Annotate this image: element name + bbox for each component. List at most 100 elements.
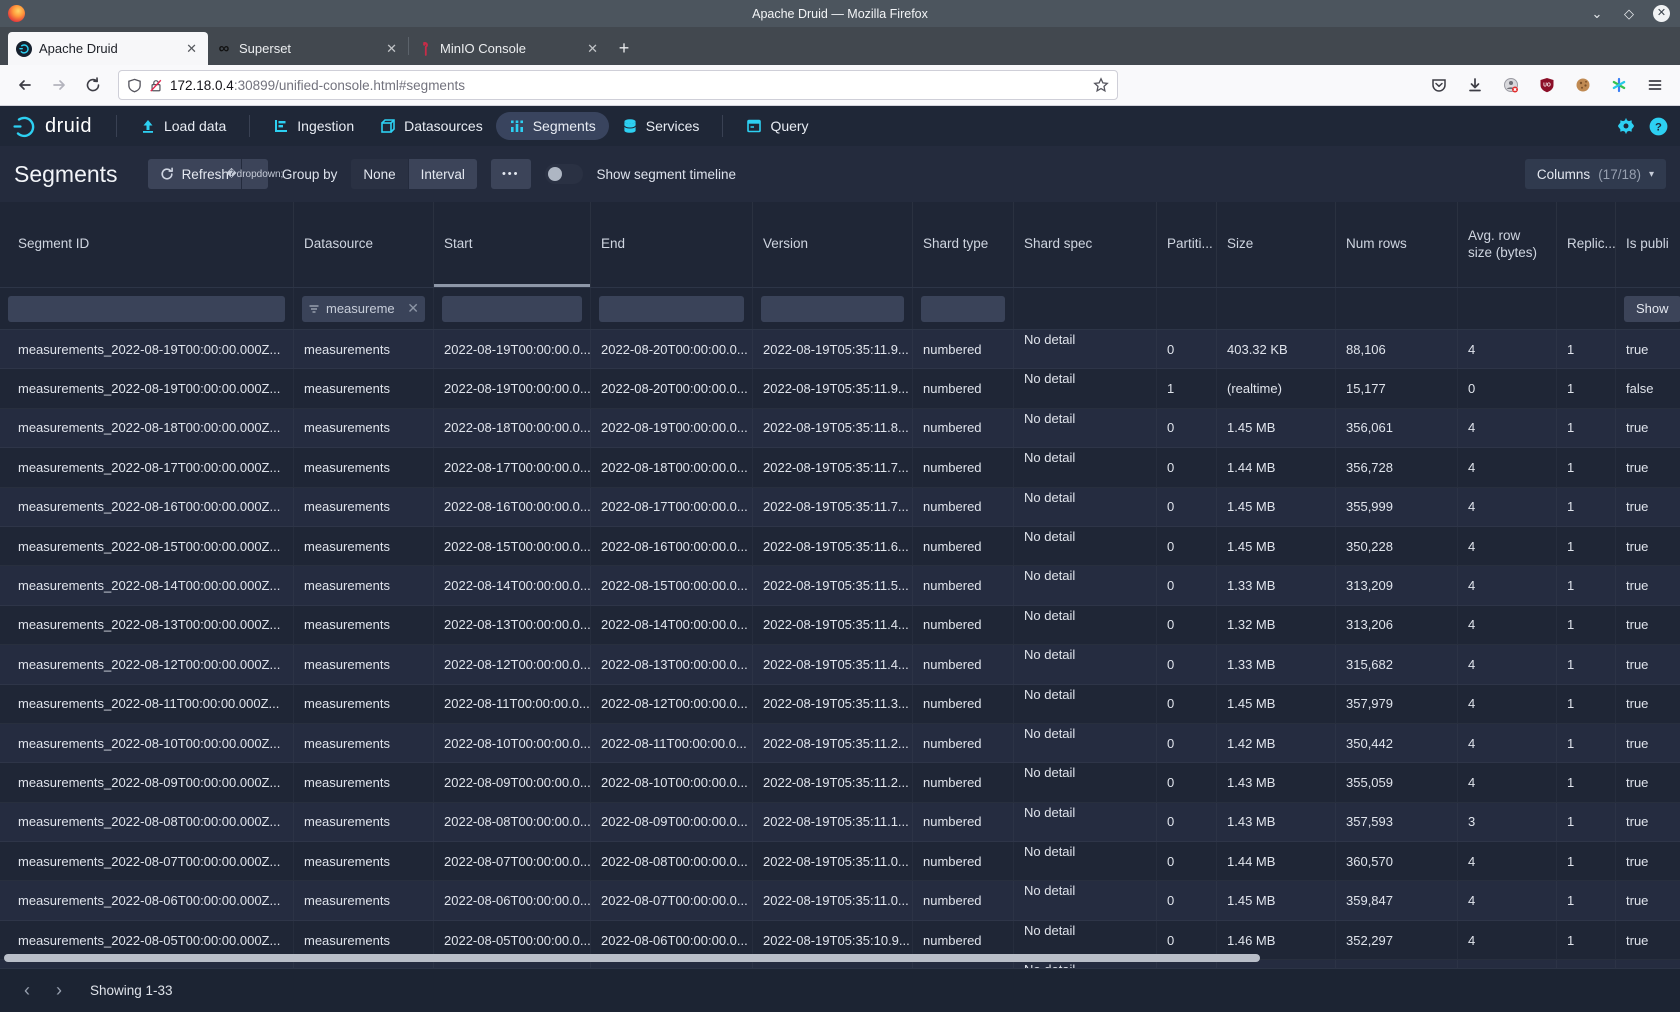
cell-version: 2022-08-19T05:35:11.7... (753, 488, 913, 526)
column-header-replication[interactable]: Replic... (1557, 202, 1616, 287)
column-header-avg-row-size[interactable]: Avg. row size (bytes) (1458, 202, 1557, 287)
bookmark-star-icon[interactable] (1093, 77, 1109, 93)
cell-id: measurements_2022-08-16T00:00:00.000Z... (0, 488, 294, 526)
tracking-shield-icon[interactable] (127, 78, 142, 93)
nav-item-label: Ingestion (297, 118, 354, 134)
horizontal-scrollbar[interactable] (4, 954, 1260, 962)
next-page-button[interactable]: › (46, 978, 72, 1004)
druid-brand-text: druid (45, 115, 92, 138)
cell-avg-row-size: 4 (1458, 606, 1557, 644)
tab-minio-console[interactable]: MinIO Console ✕ (409, 32, 609, 65)
cell-end: 2022-08-15T00:00:00.0... (591, 566, 753, 604)
window-maximize-button[interactable]: ◇ (1621, 6, 1637, 22)
end-filter-input[interactable] (599, 296, 744, 322)
cell-shard-spec: No detail (1014, 881, 1157, 919)
group-by-none-button[interactable]: None (351, 159, 407, 189)
cell-shard-spec: No detail (1014, 842, 1157, 880)
cell-partition: 0 (1157, 881, 1217, 919)
datasource-filter-chip[interactable]: measureme ✕ (302, 296, 425, 322)
column-header-end[interactable]: End (591, 202, 753, 287)
columns-count: (17/18) (1598, 167, 1641, 182)
column-header-segment-id[interactable]: Segment ID (0, 202, 294, 287)
column-header-is-published[interactable]: Is publi (1616, 202, 1680, 287)
tab-close-icon[interactable]: ✕ (383, 41, 400, 57)
hamburger-menu-icon[interactable] (1640, 70, 1670, 100)
new-tab-button[interactable]: + (609, 32, 639, 65)
cell-partition: 0 (1157, 803, 1217, 841)
cell-replicas: 1 (1557, 685, 1616, 723)
nav-item-ingestion[interactable]: Ingestion (260, 112, 367, 140)
pocket-icon[interactable] (1424, 70, 1454, 100)
version-filter-input[interactable] (761, 296, 904, 322)
start-filter-input[interactable] (442, 296, 582, 322)
nav-item-services[interactable]: Services (609, 112, 713, 140)
tab-close-icon[interactable]: ✕ (183, 41, 200, 57)
druid-logo[interactable]: druid (12, 113, 106, 139)
cell-replicas: 1 (1557, 881, 1616, 919)
extension-icon[interactable] (1496, 70, 1526, 100)
tab-close-icon[interactable]: ✕ (584, 41, 601, 57)
column-header-datasource[interactable]: Datasource (294, 202, 434, 287)
help-icon[interactable]: ? (1649, 117, 1668, 136)
tab-apache-druid[interactable]: Apache Druid ✕ (8, 32, 208, 65)
cell-replicas: 1 (1557, 842, 1616, 880)
segment-timeline-toggle[interactable] (545, 164, 583, 184)
forward-button[interactable] (44, 70, 74, 100)
cookie-icon[interactable] (1568, 70, 1598, 100)
cell-start: 2022-08-08T00:00:00.0... (434, 803, 591, 841)
column-header-num-rows[interactable]: Num rows (1336, 202, 1458, 287)
filter-remove-icon[interactable]: ✕ (407, 300, 419, 317)
cell-shard-spec: No detail (1014, 369, 1157, 407)
column-header-shard-type[interactable]: Shard type (913, 202, 1014, 287)
url-bar[interactable]: 172.18.0.4:30899/unified-console.html#se… (118, 70, 1118, 100)
ublock-icon[interactable]: UO (1532, 70, 1562, 100)
column-header-shard-spec[interactable]: Shard spec (1014, 202, 1157, 287)
window-minimize-button[interactable]: ⌄ (1589, 6, 1605, 22)
columns-button[interactable]: Columns (17/18) ▾ (1525, 159, 1666, 189)
cell-shard-spec: No detail (1014, 606, 1157, 644)
cell-shard-spec: No detail (1014, 488, 1157, 526)
cell-avg-row-size: 4 (1458, 685, 1557, 723)
sparkle-extension-icon[interactable] (1604, 70, 1634, 100)
cell-is-published: true (1616, 724, 1680, 762)
prev-page-button[interactable]: ‹ (14, 978, 40, 1004)
column-header-partition[interactable]: Partiti... (1157, 202, 1217, 287)
reload-button[interactable] (78, 70, 108, 100)
chevron-down-icon: ▾ (1649, 169, 1654, 180)
cell-start: 2022-08-15T00:00:00.0... (434, 527, 591, 565)
cell-shard-type: numbered (913, 881, 1014, 919)
grid-icon (509, 118, 525, 134)
cell-version: 2022-08-19T05:35:11.7... (753, 448, 913, 486)
browser-toolbar: 172.18.0.4:30899/unified-console.html#se… (0, 65, 1680, 106)
back-button[interactable] (10, 70, 40, 100)
shard-type-filter-input[interactable] (921, 296, 1005, 322)
refresh-caret-button[interactable]: �dropdown; (242, 159, 268, 189)
tab-label: Superset (239, 41, 376, 56)
more-actions-button[interactable]: ••• (491, 159, 531, 189)
column-header-size[interactable]: Size (1217, 202, 1336, 287)
cell-partition: 0 (1157, 606, 1217, 644)
cell-end: 2022-08-13T00:00:00.0... (591, 645, 753, 683)
table-row: measurements_2022-08-09T00:00:00.000Z...… (0, 763, 1680, 802)
settings-gear-icon[interactable] (1617, 117, 1635, 135)
insecure-lock-icon[interactable] (149, 78, 163, 93)
cell-end: 2022-08-14T00:00:00.0... (591, 606, 753, 644)
nav-item-query[interactable]: Query (733, 112, 821, 140)
cell-shard-spec: No detail (1014, 409, 1157, 447)
column-header-version[interactable]: Version (753, 202, 913, 287)
segment-id-filter-input[interactable] (8, 296, 285, 322)
group-by-interval-button[interactable]: Interval (409, 159, 477, 189)
is-published-show-filter-button[interactable]: Show (1624, 296, 1680, 322)
column-header-start[interactable]: Start (434, 202, 591, 287)
cell-replicas: 1 (1557, 763, 1616, 801)
download-icon[interactable] (1460, 70, 1490, 100)
nav-item-segments[interactable]: Segments (496, 112, 609, 140)
nav-item-datasources[interactable]: Datasources (367, 112, 496, 140)
window-close-button[interactable]: ✕ (1653, 5, 1670, 22)
nav-item-load-data[interactable]: Load data (127, 112, 239, 140)
tab-superset[interactable]: ∞ Superset ✕ (208, 32, 408, 65)
cell-is-published: true (1616, 566, 1680, 604)
cell-id: measurements_2022-08-14T00:00:00.000Z... (0, 566, 294, 604)
cell-id: measurements_2022-08-09T00:00:00.000Z... (0, 763, 294, 801)
cell-datasource: measurements (294, 881, 434, 919)
